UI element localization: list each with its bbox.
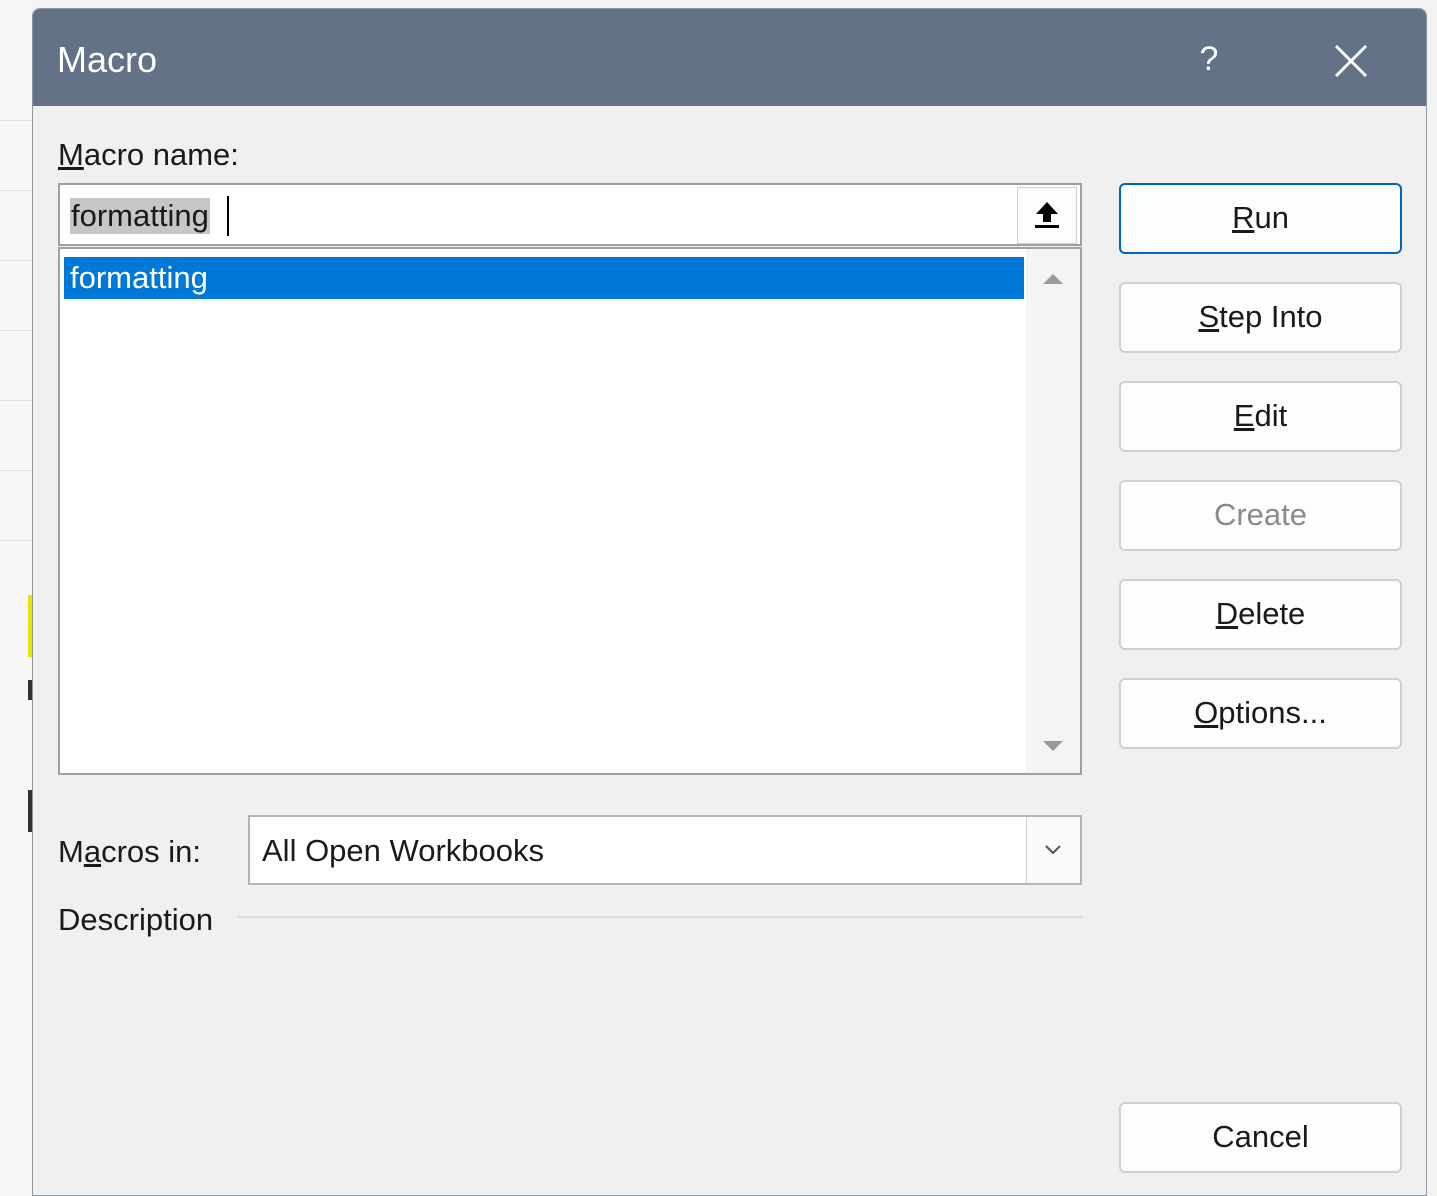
macro-name-value: formatting — [70, 198, 210, 234]
macro-list[interactable]: formatting — [58, 247, 1082, 775]
background-spreadsheet-edge — [0, 0, 32, 1196]
grid-line — [0, 540, 32, 541]
grid-line — [0, 470, 32, 471]
close-button[interactable] — [1323, 33, 1379, 89]
upload-arrow-icon — [1035, 202, 1059, 228]
description-label: Description — [58, 902, 214, 937]
scroll-down-icon[interactable] — [1040, 736, 1066, 756]
grid-line — [0, 260, 32, 261]
grid-line — [0, 330, 32, 331]
grid-line — [0, 190, 32, 191]
create-button: Create — [1119, 480, 1402, 551]
close-icon — [1334, 44, 1368, 78]
collapse-dialog-button[interactable] — [1017, 187, 1077, 244]
macro-dialog: Macro ? Macro name: formatting formattin… — [32, 8, 1427, 1196]
step-into-button[interactable]: Step Into — [1119, 282, 1402, 353]
delete-button[interactable]: Delete — [1119, 579, 1402, 650]
cancel-button[interactable]: Cancel — [1119, 1102, 1402, 1173]
macro-name-input[interactable]: formatting — [58, 183, 1082, 246]
edit-button[interactable]: Edit — [1119, 381, 1402, 452]
grid-line — [0, 120, 32, 121]
macro-name-label: Macro name: — [58, 137, 239, 172]
chevron-down-icon — [1045, 845, 1061, 855]
macros-in-dropdown[interactable]: All Open Workbooks — [248, 815, 1082, 885]
text-caret — [227, 196, 229, 236]
help-button[interactable]: ? — [1181, 33, 1237, 89]
dialog-title: Macro — [57, 39, 158, 80]
options-button[interactable]: Options... — [1119, 678, 1402, 749]
list-item-formatting[interactable]: formatting — [64, 257, 1024, 299]
dropdown-arrow-button[interactable] — [1026, 817, 1080, 883]
description-divider — [238, 916, 1083, 918]
run-button[interactable]: Run — [1119, 183, 1402, 254]
macros-in-value: All Open Workbooks — [262, 833, 544, 868]
grid-line — [0, 400, 32, 401]
scroll-up-icon[interactable] — [1040, 269, 1066, 289]
list-scrollbar[interactable] — [1026, 249, 1080, 773]
help-icon: ? — [1199, 40, 1219, 78]
title-bar: Macro ? — [33, 9, 1426, 106]
macros-in-label: Macros in: — [58, 834, 201, 869]
